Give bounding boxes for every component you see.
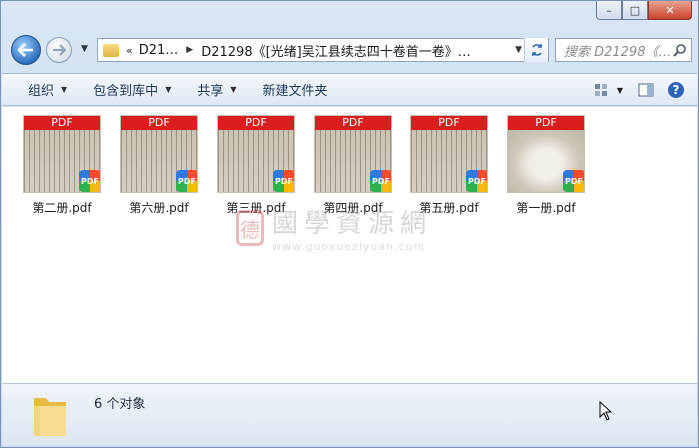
- watermark-text: 國學資源網 www.guoxueziyuan.com: [272, 203, 432, 253]
- file-name: 第一册.pdf: [516, 201, 576, 215]
- maximize-button[interactable]: □: [622, 1, 648, 20]
- file-name: 第六册.pdf: [129, 201, 189, 215]
- pdf-badge-icon: PDF: [79, 170, 100, 192]
- share-menu[interactable]: 共享 ▼: [197, 80, 236, 99]
- refresh-icon: [531, 44, 542, 56]
- recent-pages-dropdown[interactable]: ▼: [81, 44, 88, 54]
- file-item[interactable]: PDF PDF 第四册.pdf: [313, 115, 393, 216]
- watermark: 德 國學資源網 www.guoxueziyuan.com: [236, 203, 432, 253]
- pdf-badge-icon: PDF: [563, 170, 584, 192]
- preview-pane-icon: [638, 83, 654, 97]
- explorer-window: – □ ✕ ▼ « D21… ▶ D21298《[光绪]吴江县续志四十卷首一卷》…: [0, 0, 699, 448]
- folder-icon: [103, 43, 119, 57]
- search-icon[interactable]: [673, 43, 687, 57]
- file-item[interactable]: PDF PDF 第六册.pdf: [119, 115, 199, 216]
- file-item[interactable]: PDF PDF 第三册.pdf: [216, 115, 296, 216]
- file-item[interactable]: PDF PDF 第五册.pdf: [409, 115, 489, 216]
- include-library-menu[interactable]: 包含到库中 ▼: [93, 80, 171, 99]
- address-bar[interactable]: « D21… ▶ D21298《[光绪]吴江县续志四十卷首一卷》… ▼: [97, 38, 549, 62]
- chevron-down-icon: ▼: [165, 85, 172, 94]
- pdf-thumbnail: PDF PDF: [507, 115, 585, 193]
- pdf-thumbnail: PDF PDF: [217, 115, 295, 193]
- details-pane: 6 个对象: [2, 383, 697, 446]
- view-options-dropdown[interactable]: ▼: [613, 79, 627, 101]
- pdf-thumbnail: PDF PDF: [120, 115, 198, 193]
- address-dropdown-icon[interactable]: ▼: [515, 45, 522, 55]
- breadcrumb-overflow[interactable]: «: [126, 44, 133, 57]
- search-placeholder: 搜索 D21298《…: [564, 44, 670, 60]
- command-bar: 组织 ▼ 包含到库中 ▼ 共享 ▼ 新建文件夹 ▼ ?: [2, 73, 697, 106]
- back-button[interactable]: [11, 35, 41, 65]
- svg-text:?: ?: [673, 83, 680, 97]
- file-name: 第二册.pdf: [32, 201, 92, 215]
- help-button[interactable]: ?: [665, 79, 687, 101]
- pdf-banner: PDF: [24, 116, 100, 130]
- change-view-button[interactable]: [591, 79, 613, 101]
- pdf-badge-icon: PDF: [176, 170, 197, 192]
- help-icon: ?: [668, 82, 684, 98]
- search-input[interactable]: 搜索 D21298《…: [555, 38, 692, 62]
- organize-menu[interactable]: 组织 ▼: [28, 80, 67, 99]
- pdf-thumbnail: PDF PDF: [410, 115, 488, 193]
- pdf-thumbnail: PDF PDF: [23, 115, 101, 193]
- forward-arrow-icon: [53, 44, 66, 56]
- chevron-right-icon[interactable]: ▶: [186, 45, 193, 55]
- watermark-url: www.guoxueziyuan.com: [272, 240, 426, 253]
- pdf-banner: PDF: [411, 116, 487, 130]
- pdf-badge-icon: PDF: [466, 170, 487, 192]
- new-folder-button[interactable]: 新建文件夹: [263, 80, 328, 99]
- back-arrow-icon: [18, 43, 33, 57]
- refresh-button[interactable]: [524, 38, 548, 62]
- pdf-badge-icon: PDF: [370, 170, 391, 192]
- caption-buttons: – □ ✕: [596, 1, 692, 20]
- file-list: PDF PDF 第二册.pdf PDF PDF 第六册.pdf PDF PDF …: [2, 107, 697, 383]
- folder-icon: [34, 398, 66, 436]
- breadcrumb-current[interactable]: D21298《[光绪]吴江县续志四十卷首一卷》…: [201, 41, 491, 60]
- watermark-title: 國學資源網: [272, 209, 433, 239]
- file-item[interactable]: PDF PDF 第一册.pdf: [506, 115, 586, 216]
- mouse-cursor-icon: [599, 401, 613, 421]
- minimize-button[interactable]: –: [596, 1, 622, 20]
- chevron-down-icon: ▼: [230, 85, 237, 94]
- view-controls: ▼ ?: [583, 79, 687, 101]
- pdf-banner: PDF: [218, 116, 294, 130]
- view-grid-icon: [595, 84, 607, 96]
- chevron-down-icon: ▼: [61, 85, 68, 94]
- share-label: 共享: [197, 84, 224, 99]
- organize-label: 组织: [28, 84, 55, 99]
- pdf-banner: PDF: [121, 116, 197, 130]
- pdf-banner: PDF: [315, 116, 391, 130]
- pdf-banner: PDF: [508, 116, 584, 130]
- new-folder-label: 新建文件夹: [262, 84, 328, 99]
- file-item[interactable]: PDF PDF 第二册.pdf: [22, 115, 102, 216]
- watermark-logo: 德: [236, 210, 264, 246]
- item-count: 6 个对象: [94, 397, 146, 412]
- forward-button[interactable]: [46, 37, 72, 63]
- pdf-badge-icon: PDF: [273, 170, 294, 192]
- include-library-label: 包含到库中: [93, 84, 159, 99]
- breadcrumb-d21[interactable]: D21…: [139, 43, 179, 58]
- close-button[interactable]: ✕: [648, 1, 692, 20]
- navigation-bar: ▼ « D21… ▶ D21298《[光绪]吴江县续志四十卷首一卷》… ▼ 搜索…: [9, 35, 692, 65]
- preview-pane-button[interactable]: [635, 79, 657, 101]
- pdf-thumbnail: PDF PDF: [314, 115, 392, 193]
